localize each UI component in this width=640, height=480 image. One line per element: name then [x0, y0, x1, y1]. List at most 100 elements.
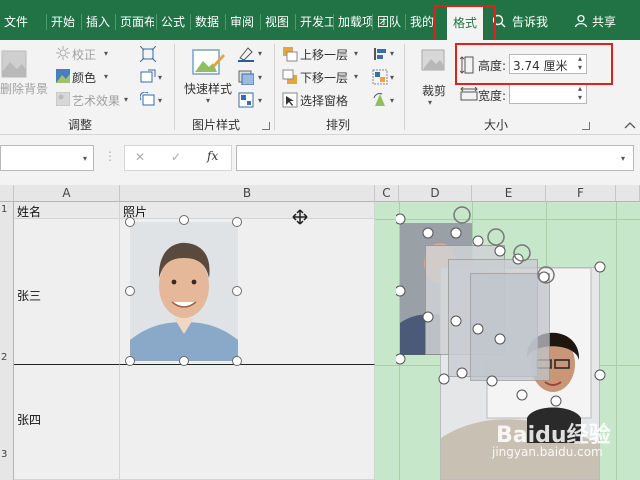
picture-layout-icon[interactable]	[238, 92, 254, 108]
resize-handle[interactable]	[125, 286, 135, 296]
row-header-2[interactable]: 2	[0, 219, 14, 365]
collapse-ribbon-icon[interactable]	[624, 120, 636, 130]
resize-handle[interactable]	[232, 217, 242, 227]
resize-handle[interactable]	[179, 356, 189, 366]
dialog-launcher-icon[interactable]	[582, 122, 590, 130]
dialog-launcher-icon[interactable]	[262, 122, 270, 130]
row-header-3[interactable]: 3	[0, 365, 14, 480]
expand-formula-bar-icon[interactable]: ▾	[621, 154, 625, 163]
tab-separator	[115, 14, 116, 30]
column-header-b[interactable]: B	[120, 185, 375, 202]
cell-a2[interactable]: 张三	[14, 219, 120, 365]
arrange-group-label: 排列	[326, 118, 351, 132]
watermark-url: jingyan.baidu.com	[492, 445, 603, 459]
column-header-e[interactable]: E	[472, 185, 546, 202]
chevron-down-icon: ▾	[390, 49, 395, 58]
bring-forward-icon	[283, 47, 298, 62]
column-header-f[interactable]: F	[546, 185, 616, 202]
tab-team[interactable]: 团队	[377, 0, 403, 40]
share-button[interactable]: 共享	[592, 0, 620, 40]
width-input[interactable]: ▴ ▾	[509, 84, 587, 104]
cancel-icon[interactable]: ✕	[135, 150, 145, 164]
spin-up-icon[interactable]: ▴	[578, 84, 582, 93]
crop-button[interactable]: 裁剪	[422, 82, 446, 99]
align-icon[interactable]	[372, 46, 388, 62]
cell-a3[interactable]: 张四	[14, 365, 120, 480]
cell-b3[interactable]	[120, 365, 375, 480]
name-box[interactable]: ▾	[0, 145, 94, 171]
name-zhangsan: 张三	[17, 289, 42, 303]
rotate-icon[interactable]	[372, 92, 388, 108]
tab-insert[interactable]: 插入	[86, 0, 112, 40]
send-backward-icon	[282, 69, 297, 84]
corrections-button[interactable]: 校正	[72, 46, 96, 63]
chevron-down-icon: ▾	[390, 96, 395, 105]
insert-function-icon[interactable]: fx	[207, 149, 218, 163]
chevron-down-icon: ▾	[258, 96, 263, 105]
tab-data[interactable]: 数据	[195, 0, 221, 40]
header-name-label: 姓名	[17, 205, 42, 219]
picture-effects-icon[interactable]	[238, 69, 254, 85]
chevron-down-icon[interactable]: ▾	[83, 154, 87, 163]
cell-b1[interactable]: 照片	[120, 202, 375, 219]
column-header-g[interactable]	[616, 185, 640, 202]
artistic-effects-button[interactable]: 艺术效果	[72, 92, 120, 109]
tab-developer[interactable]: 开发工	[300, 0, 334, 40]
resize-handle[interactable]	[125, 356, 135, 366]
change-picture-icon[interactable]	[140, 69, 156, 85]
selection-pane-icon	[282, 92, 298, 108]
compress-pictures-icon[interactable]	[140, 46, 156, 62]
bring-forward-button[interactable]: 上移一层	[300, 46, 348, 63]
reset-picture-icon[interactable]	[140, 92, 156, 108]
formula-bar-grip-icon: ⋮	[104, 149, 116, 163]
highlight-box-format-tab	[434, 5, 496, 43]
send-backward-button[interactable]: 下移一层	[300, 69, 348, 86]
remove-background-button[interactable]: 删除背景	[0, 80, 48, 97]
column-header-a[interactable]: A	[14, 185, 120, 202]
select-all-corner[interactable]	[0, 185, 14, 202]
tab-formulas[interactable]: 公式	[161, 0, 187, 40]
selection-pane-button[interactable]: 选择窗格	[300, 92, 348, 109]
tab-view[interactable]: 视图	[265, 0, 291, 40]
artistic-effects-icon	[56, 92, 70, 106]
row-number: 2	[1, 352, 8, 363]
tab-mine[interactable]: 我的	[410, 0, 436, 40]
man-portrait-image	[130, 222, 238, 361]
photo-man[interactable]	[130, 222, 238, 361]
chevron-down-icon: ▾	[258, 49, 263, 58]
quick-styles-button[interactable]: 快速样式	[184, 80, 232, 97]
column-header-c[interactable]: C	[375, 185, 399, 202]
chevron-down-icon: ▾	[390, 73, 395, 82]
tab-addins[interactable]: 加载项	[338, 0, 372, 40]
group-separator	[174, 44, 175, 130]
picture-border-icon[interactable]	[238, 46, 254, 62]
tab-separator	[190, 14, 191, 30]
resize-handle[interactable]	[125, 217, 135, 227]
color-button[interactable]: 颜色	[72, 69, 96, 86]
corrections-icon	[56, 46, 70, 60]
worksheet-grid: A B C D E F 1 2 3 姓名 照片 张三 张四 Baidu经验 ji…	[0, 185, 640, 480]
tab-separator	[225, 14, 226, 30]
spin-down-icon[interactable]: ▾	[578, 93, 582, 102]
formula-input[interactable]: ▾	[236, 145, 634, 171]
remove-background-icon	[1, 50, 27, 78]
formula-buttons: ✕ ✓ fx	[124, 145, 232, 171]
resize-handle[interactable]	[232, 356, 242, 366]
chevron-down-icon: ▾	[158, 96, 163, 105]
tab-page-layout[interactable]: 页面布	[120, 0, 154, 40]
gridline	[616, 202, 617, 480]
row-header-1[interactable]: 1	[0, 202, 14, 219]
tab-home[interactable]: 开始	[51, 0, 77, 40]
user-icon	[574, 14, 588, 28]
enter-icon[interactable]: ✓	[171, 150, 181, 164]
picture-styles-group-label: 图片样式	[192, 118, 241, 132]
tab-separator	[46, 14, 47, 30]
tab-review[interactable]: 审阅	[230, 0, 256, 40]
cell-a1[interactable]: 姓名	[14, 202, 120, 219]
tell-me-box[interactable]: 告诉我	[512, 0, 552, 40]
column-header-d[interactable]: D	[399, 185, 472, 202]
group-objects-icon[interactable]	[372, 69, 388, 85]
resize-handle[interactable]	[179, 215, 189, 225]
tab-file[interactable]: 文件	[4, 0, 30, 40]
resize-handle[interactable]	[232, 286, 242, 296]
